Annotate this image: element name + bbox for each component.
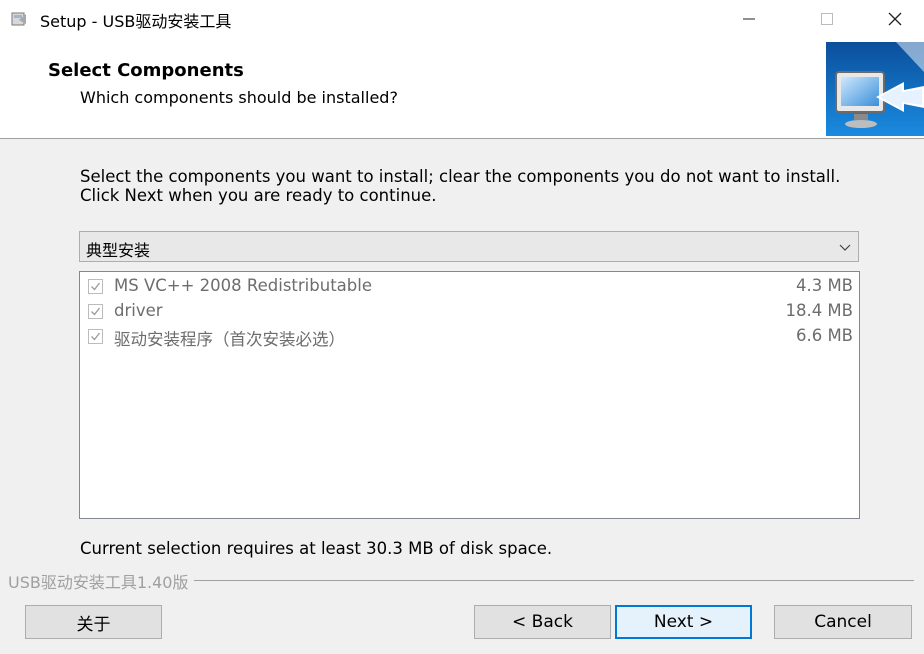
list-item[interactable]: 驱动安装程序（首次安装必选） 6.6 MB: [88, 325, 853, 349]
page-subtitle: Which components should be installed?: [80, 88, 398, 107]
component-size: 6.6 MB: [795, 326, 853, 345]
cancel-button[interactable]: Cancel: [774, 605, 912, 639]
checkbox[interactable]: [88, 279, 103, 294]
instructions-text: Select the components you want to instal…: [80, 167, 841, 205]
component-label: MS VC++ 2008 Redistributable: [114, 276, 372, 295]
component-label: driver: [114, 301, 163, 320]
wizard-body: Select the components you want to instal…: [0, 139, 924, 654]
next-button[interactable]: Next >: [615, 605, 752, 639]
version-label: USB驱动安装工具1.40版: [8, 569, 195, 593]
minimize-button[interactable]: [726, 0, 772, 38]
components-list[interactable]: MS VC++ 2008 Redistributable 4.3 MB driv…: [79, 271, 860, 519]
page-title: Select Components: [48, 60, 244, 81]
window-title: Setup - USB驱动安装工具: [40, 12, 232, 31]
component-label: 驱动安装程序（首次安装必选）: [114, 330, 345, 349]
about-button[interactable]: 关于: [25, 605, 162, 639]
list-item[interactable]: MS VC++ 2008 Redistributable 4.3 MB: [88, 275, 853, 299]
close-button[interactable]: [872, 0, 918, 38]
list-item[interactable]: driver 18.4 MB: [88, 300, 853, 324]
setup-app-icon: [10, 10, 28, 28]
maximize-button[interactable]: [804, 0, 850, 38]
chevron-down-icon: [838, 240, 852, 254]
monitor-arrow-icon: [826, 42, 924, 136]
setup-type-value: 典型安装: [86, 241, 151, 260]
back-button[interactable]: < Back: [474, 605, 611, 639]
wizard-header: Select Components Which components shoul…: [0, 38, 924, 139]
component-size: 4.3 MB: [795, 276, 853, 295]
checkbox[interactable]: [88, 304, 103, 319]
title-bar: Setup - USB驱动安装工具: [0, 0, 924, 38]
disk-space-text: Current selection requires at least 30.3…: [80, 539, 553, 558]
setup-type-dropdown[interactable]: 典型安装: [79, 231, 859, 262]
component-size: 18.4 MB: [785, 301, 853, 320]
checkbox[interactable]: [88, 329, 103, 344]
